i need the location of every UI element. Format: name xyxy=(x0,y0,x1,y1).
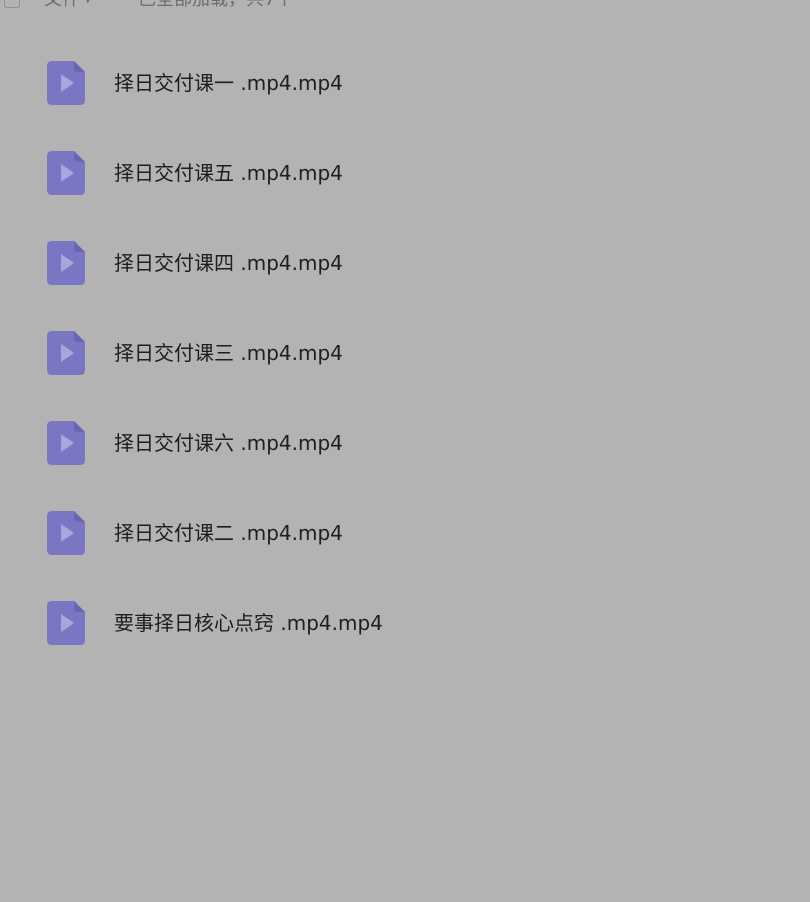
sort-by-name-button[interactable]: 文件 ▼ xyxy=(44,0,92,10)
video-file-icon xyxy=(47,601,85,645)
video-file-icon xyxy=(47,421,85,465)
file-row[interactable]: 择日交付课一 .mp4.mp4 xyxy=(0,38,810,128)
video-file-icon xyxy=(47,331,85,375)
file-list-page: 文件 ▼ 已全部加载，共7个 择日交付课一 .mp4.mp4 xyxy=(0,0,810,902)
file-name[interactable]: 择日交付课五 .mp4.mp4 xyxy=(114,160,343,186)
file-row[interactable]: 择日交付课五 .mp4.mp4 xyxy=(0,128,810,218)
file-row[interactable]: 要事择日核心点窍 .mp4.mp4 xyxy=(0,578,810,668)
video-file-icon xyxy=(47,151,85,195)
file-name[interactable]: 择日交付课二 .mp4.mp4 xyxy=(114,520,343,546)
file-list: 择日交付课一 .mp4.mp4 择日交付课五 .mp4.mp4 择日交付课四 .… xyxy=(0,38,810,668)
file-row[interactable]: 择日交付课四 .mp4.mp4 xyxy=(0,218,810,308)
file-name[interactable]: 择日交付课四 .mp4.mp4 xyxy=(114,250,343,276)
file-name[interactable]: 择日交付课六 .mp4.mp4 xyxy=(114,430,343,456)
video-file-icon xyxy=(47,241,85,285)
list-header: 文件 ▼ 已全部加载，共7个 xyxy=(0,0,810,12)
load-status-text: 已全部加载，共7个 xyxy=(138,0,293,10)
video-file-icon xyxy=(47,61,85,105)
select-all-checkbox[interactable] xyxy=(4,0,20,8)
file-row[interactable]: 择日交付课二 .mp4.mp4 xyxy=(0,488,810,578)
file-row[interactable]: 择日交付课六 .mp4.mp4 xyxy=(0,398,810,488)
sort-label: 文件 xyxy=(44,0,80,10)
file-name[interactable]: 择日交付课三 .mp4.mp4 xyxy=(114,340,343,366)
file-row[interactable]: 择日交付课三 .mp4.mp4 xyxy=(0,308,810,398)
file-name[interactable]: 择日交付课一 .mp4.mp4 xyxy=(114,70,343,96)
video-file-icon xyxy=(47,511,85,555)
sort-caret-icon: ▼ xyxy=(84,0,92,5)
file-name[interactable]: 要事择日核心点窍 .mp4.mp4 xyxy=(114,610,383,636)
